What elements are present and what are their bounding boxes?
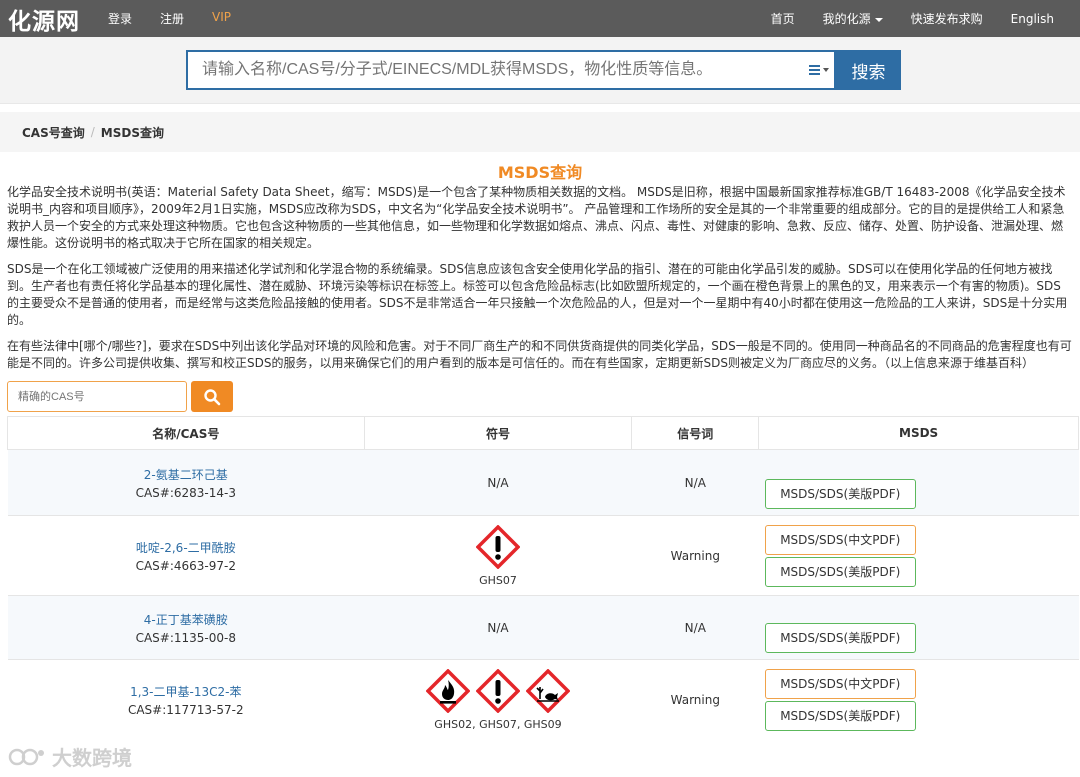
msds-table: 名称/CAS号 符号 信号词 MSDS 2-氨基二环己基 CAS#:6283-14… <box>7 416 1079 740</box>
cas-number: CAS#:4663-97-2 <box>135 558 236 573</box>
search-input[interactable] <box>188 52 804 88</box>
table-row: 1,3-二甲基-13C2-苯 CAS#:117713-57-2 GHS02, G… <box>7 659 1079 740</box>
breadcrumb: CAS号查询 / MSDS查询 <box>0 112 1080 152</box>
compound-name-link[interactable]: 吡啶-2,6-二甲酰胺 <box>8 539 365 556</box>
language-link[interactable]: English <box>1011 12 1054 26</box>
msds-cn-pdf-button[interactable]: MSDS/SDS(中文PDF) <box>764 524 916 555</box>
my-menu[interactable]: 我的化源 <box>823 10 883 27</box>
intro-paragraph-2: SDS是一个在化工领域被广泛使用的用来描述化学试剂和化学混合物的系统编录。SDS… <box>7 262 1068 327</box>
caret-down-icon <box>874 17 883 22</box>
watermark: 大数跨境 <box>8 742 132 771</box>
msds-en-pdf-button[interactable]: MSDS/SDS(美版PDF) <box>764 478 916 509</box>
compound-name-link[interactable]: 1,3-二甲基-13C2-苯 <box>8 683 365 700</box>
ghs09-environment-icon <box>525 668 570 713</box>
signal-word: N/A <box>684 620 706 635</box>
signal-word: Warning <box>670 548 720 563</box>
my-menu-label: 我的化源 <box>822 12 871 26</box>
signal-word: N/A <box>684 475 706 490</box>
msds-cn-pdf-button[interactable]: MSDS/SDS(中文PDF) <box>764 668 916 699</box>
header-msds: MSDS <box>758 416 1079 450</box>
watermark-text: 大数跨境 <box>52 746 132 770</box>
header-name: 名称/CAS号 <box>7 416 365 450</box>
top-navbar: 化源网 登录 注册 VIP 首页 我的化源 快速发布求购 English <box>0 0 1080 37</box>
header-symbol: 符号 <box>363 416 633 450</box>
intro-text: 化学品安全技术说明书(英语：Material Safety Data Sheet… <box>0 184 1080 372</box>
cas-input[interactable] <box>7 381 187 412</box>
table-row: 4-正丁基苯磺胺 CAS#:1135-00-8 N/A N/A MSDS/SDS(… <box>7 595 1079 660</box>
ghs-codes: GHS07 <box>479 573 517 587</box>
header-signal: 信号词 <box>631 416 760 450</box>
ghs07-exclamation-icon <box>475 668 520 713</box>
table-header-row: 名称/CAS号 符号 信号词 MSDS <box>7 416 1079 450</box>
ghs-codes: GHS02, GHS07, GHS09 <box>434 717 562 731</box>
login-link[interactable]: 登录 <box>108 10 132 27</box>
compound-name-link[interactable]: 4-正丁基苯磺胺 <box>8 611 365 628</box>
register-link[interactable]: 注册 <box>160 10 184 27</box>
home-link[interactable]: 首页 <box>771 10 795 27</box>
search-button[interactable]: 搜索 <box>836 50 901 90</box>
site-logo[interactable]: 化源网 <box>8 2 80 36</box>
search-band: 搜索 <box>0 37 1080 104</box>
ghs02-flame-icon <box>425 668 470 713</box>
symbol-na: N/A <box>487 475 509 490</box>
search-box <box>186 50 836 90</box>
search-icon <box>204 388 221 405</box>
symbol-na: N/A <box>487 620 509 635</box>
signal-word: Warning <box>670 692 720 707</box>
table-row: 2-氨基二环己基 CAS#:6283-14-3 N/A N/A MSDS/SDS(… <box>7 449 1079 516</box>
cas-search-button[interactable] <box>191 381 233 412</box>
msds-en-pdf-button[interactable]: MSDS/SDS(美版PDF) <box>764 700 916 731</box>
ghs07-exclamation-icon <box>475 524 520 569</box>
intro-paragraph-3: 在有些法律中[哪个/哪些?]，要求在SDS中列出该化学品对环境的风险和危害。对于… <box>7 339 1072 370</box>
search-type-dropdown[interactable] <box>804 52 834 88</box>
nav-right: 首页 我的化源 快速发布求购 English <box>771 10 1072 27</box>
watermark-logo-icon <box>8 748 44 765</box>
caret-down-icon <box>823 68 829 72</box>
msds-en-pdf-button[interactable]: MSDS/SDS(美版PDF) <box>764 622 916 653</box>
breadcrumb-cas[interactable]: CAS号查询 <box>22 124 85 141</box>
cas-search <box>0 381 1080 412</box>
ghs-pictograms <box>364 668 632 713</box>
table-row: 吡啶-2,6-二甲酰胺 CAS#:4663-97-2 GHS07 Warning … <box>7 515 1079 596</box>
breadcrumb-msds: MSDS查询 <box>100 125 164 140</box>
cas-number: CAS#:117713-57-2 <box>127 702 244 717</box>
cas-number: CAS#:1135-00-8 <box>135 630 236 645</box>
vip-link[interactable]: VIP <box>212 10 231 27</box>
msds-en-pdf-button[interactable]: MSDS/SDS(美版PDF) <box>764 556 916 587</box>
list-icon <box>809 65 820 75</box>
breadcrumb-separator: / <box>90 125 95 139</box>
ghs-pictograms <box>364 524 632 569</box>
compound-name-link[interactable]: 2-氨基二环己基 <box>8 466 365 483</box>
cas-number: CAS#:6283-14-3 <box>135 485 236 500</box>
nav-left: 登录 注册 VIP <box>108 10 231 27</box>
intro-paragraph-1: 化学品安全技术说明书(英语：Material Safety Data Sheet… <box>7 185 1066 250</box>
page-title: MSDS查询 <box>497 163 583 182</box>
purchase-link[interactable]: 快速发布求购 <box>911 10 983 27</box>
